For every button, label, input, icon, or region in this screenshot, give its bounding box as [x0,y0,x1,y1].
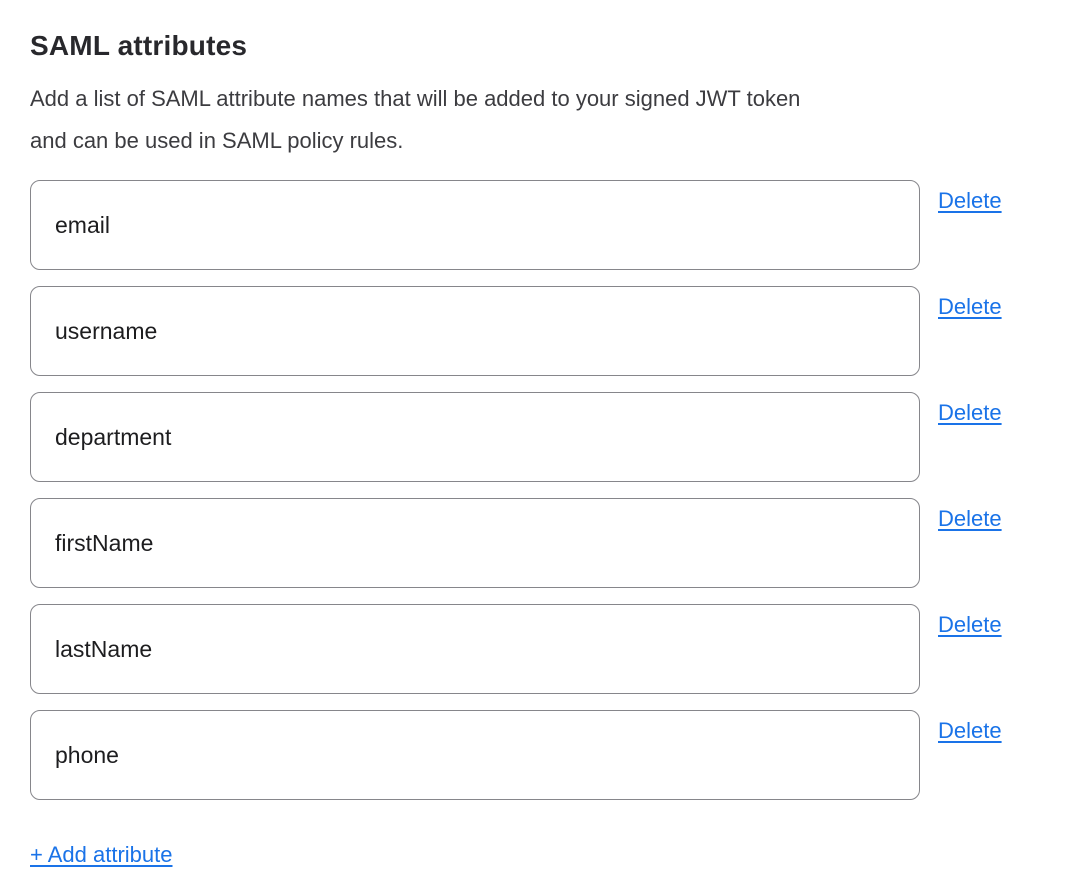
attribute-input-department[interactable] [30,392,920,482]
attribute-row: Delete [30,180,1036,270]
saml-attributes-section: SAML attributes Add a list of SAML attri… [0,0,1066,886]
attribute-row: Delete [30,604,1036,694]
section-title: SAML attributes [30,28,1036,64]
delete-attribute-link[interactable]: Delete [938,399,1002,427]
attribute-row: Delete [30,498,1036,588]
delete-attribute-link[interactable]: Delete [938,505,1002,533]
attribute-input-lastname[interactable] [30,604,920,694]
section-description: Add a list of SAML attribute names that … [30,78,1036,162]
attribute-row: Delete [30,392,1036,482]
attribute-input-username[interactable] [30,286,920,376]
add-attribute-link[interactable]: + Add attribute [30,840,173,870]
delete-attribute-link[interactable]: Delete [938,187,1002,215]
attribute-input-firstname[interactable] [30,498,920,588]
delete-attribute-link[interactable]: Delete [938,293,1002,321]
attribute-input-email[interactable] [30,180,920,270]
delete-attribute-link[interactable]: Delete [938,611,1002,639]
attribute-row: Delete [30,710,1036,800]
attribute-row: Delete [30,286,1036,376]
attribute-input-phone[interactable] [30,710,920,800]
delete-attribute-link[interactable]: Delete [938,717,1002,745]
